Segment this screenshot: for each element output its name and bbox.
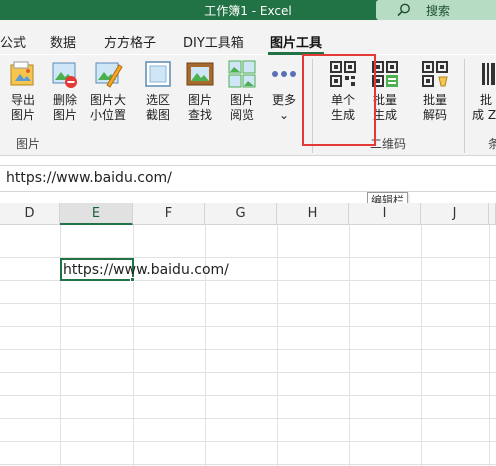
cell-e-value: https://www.baidu.com/ — [63, 262, 229, 278]
column-header-h[interactable]: H — [277, 203, 349, 225]
grid-line — [0, 372, 496, 373]
screenshot-icon — [145, 61, 171, 87]
highlight-box — [302, 54, 376, 146]
more-dots-icon — [272, 71, 296, 77]
export-picture-button[interactable]: 导出 图片 — [6, 59, 40, 123]
grid-line — [0, 441, 496, 442]
grid-line — [0, 395, 496, 396]
more-line1: 更多 — [271, 93, 296, 107]
column-header-f[interactable]: F — [133, 203, 205, 225]
batch-decode-line1: 批量 — [422, 93, 447, 107]
picture-frame-icon — [186, 62, 214, 86]
picture-size-position-button[interactable]: 图片大 小位置 — [88, 59, 128, 123]
picture-group-label: 图片 — [16, 137, 41, 151]
tab-picture-tools[interactable]: 图片工具 — [270, 32, 322, 51]
barcode-group-label: 条 — [488, 137, 496, 151]
title-bar: 工作簿1 - Excel 搜索 — [0, 0, 496, 20]
picture-size-line1: 图片大 — [89, 93, 126, 107]
search-label: 搜索 — [426, 4, 451, 18]
barcode-batch-button[interactable]: 批 成 Z — [472, 59, 496, 123]
barcode-line1: 批 — [480, 93, 493, 107]
ribbon: 导出 图片 删除 图片 图片大 小位置 选区 截图 图片 查找 图片 阅览 更多… — [0, 55, 496, 156]
picture-size-line2: 小位置 — [89, 108, 126, 122]
ribbon-tabs: 公式 数据 方方格子 DIY工具箱 图片工具 — [0, 20, 496, 54]
export-picture-icon — [10, 61, 34, 86]
screenshot-line1: 选区 — [145, 93, 170, 107]
grid-line — [0, 349, 496, 350]
grid-line — [0, 464, 496, 465]
picture-browse-line2: 阅览 — [229, 108, 254, 122]
grid-line — [0, 326, 496, 327]
column-header-g[interactable]: G — [205, 203, 277, 225]
grid-line — [421, 225, 422, 466]
grid-line — [489, 225, 490, 466]
more-chevron: ⌄ — [278, 108, 290, 122]
column-header-i[interactable]: I — [349, 203, 421, 225]
grid-line — [0, 418, 496, 419]
formula-bar-text: https://www.baidu.com/ — [6, 170, 172, 186]
qr-decode-icon — [422, 61, 448, 87]
column-header-j[interactable]: J — [421, 203, 489, 225]
barcode-icon — [482, 63, 495, 85]
search-icon — [397, 3, 410, 17]
delete-picture-button[interactable]: 删除 图片 — [48, 59, 82, 123]
selection-screenshot-button[interactable]: 选区 截图 — [142, 59, 174, 123]
delete-picture-line2: 图片 — [52, 108, 77, 122]
grid-line — [349, 225, 350, 466]
picture-find-button[interactable]: 图片 查找 — [184, 59, 216, 123]
grid-line — [0, 303, 496, 304]
more-button[interactable]: 更多 ⌄ — [268, 59, 300, 123]
picture-find-line2: 查找 — [187, 108, 212, 122]
export-picture-line2: 图片 — [10, 108, 35, 122]
picture-browse-line1: 图片 — [229, 93, 254, 107]
picture-browse-button[interactable]: 图片 阅览 — [226, 59, 258, 123]
column-header-k[interactable] — [489, 203, 496, 225]
tab-fangfanggezi[interactable]: 方方格子 — [104, 32, 156, 51]
screenshot-line2: 截图 — [145, 108, 170, 122]
export-picture-line1: 导出 — [10, 93, 35, 107]
ribbon-separator — [464, 59, 465, 153]
column-header-e[interactable]: E — [60, 203, 133, 225]
tab-formulas[interactable]: 公式 — [0, 32, 26, 51]
picture-find-line1: 图片 — [187, 93, 212, 107]
delete-picture-line1: 删除 — [52, 93, 77, 107]
picture-gallery-icon — [228, 60, 256, 88]
tab-data[interactable]: 数据 — [50, 32, 76, 51]
search-box[interactable]: 搜索 — [376, 0, 496, 20]
picture-resize-icon — [95, 62, 123, 88]
delete-picture-icon — [52, 62, 77, 88]
formula-bar[interactable]: https://www.baidu.com/ — [0, 165, 496, 192]
column-header-d[interactable]: D — [0, 203, 60, 225]
tab-diy-toolbox[interactable]: DIY工具箱 — [183, 32, 244, 51]
batch-decode-line2: 解码 — [422, 108, 447, 122]
batch-qr-decode-button[interactable]: 批量 解码 — [418, 59, 452, 123]
barcode-line2: 成 Z — [472, 108, 496, 122]
grid-line — [277, 225, 278, 466]
